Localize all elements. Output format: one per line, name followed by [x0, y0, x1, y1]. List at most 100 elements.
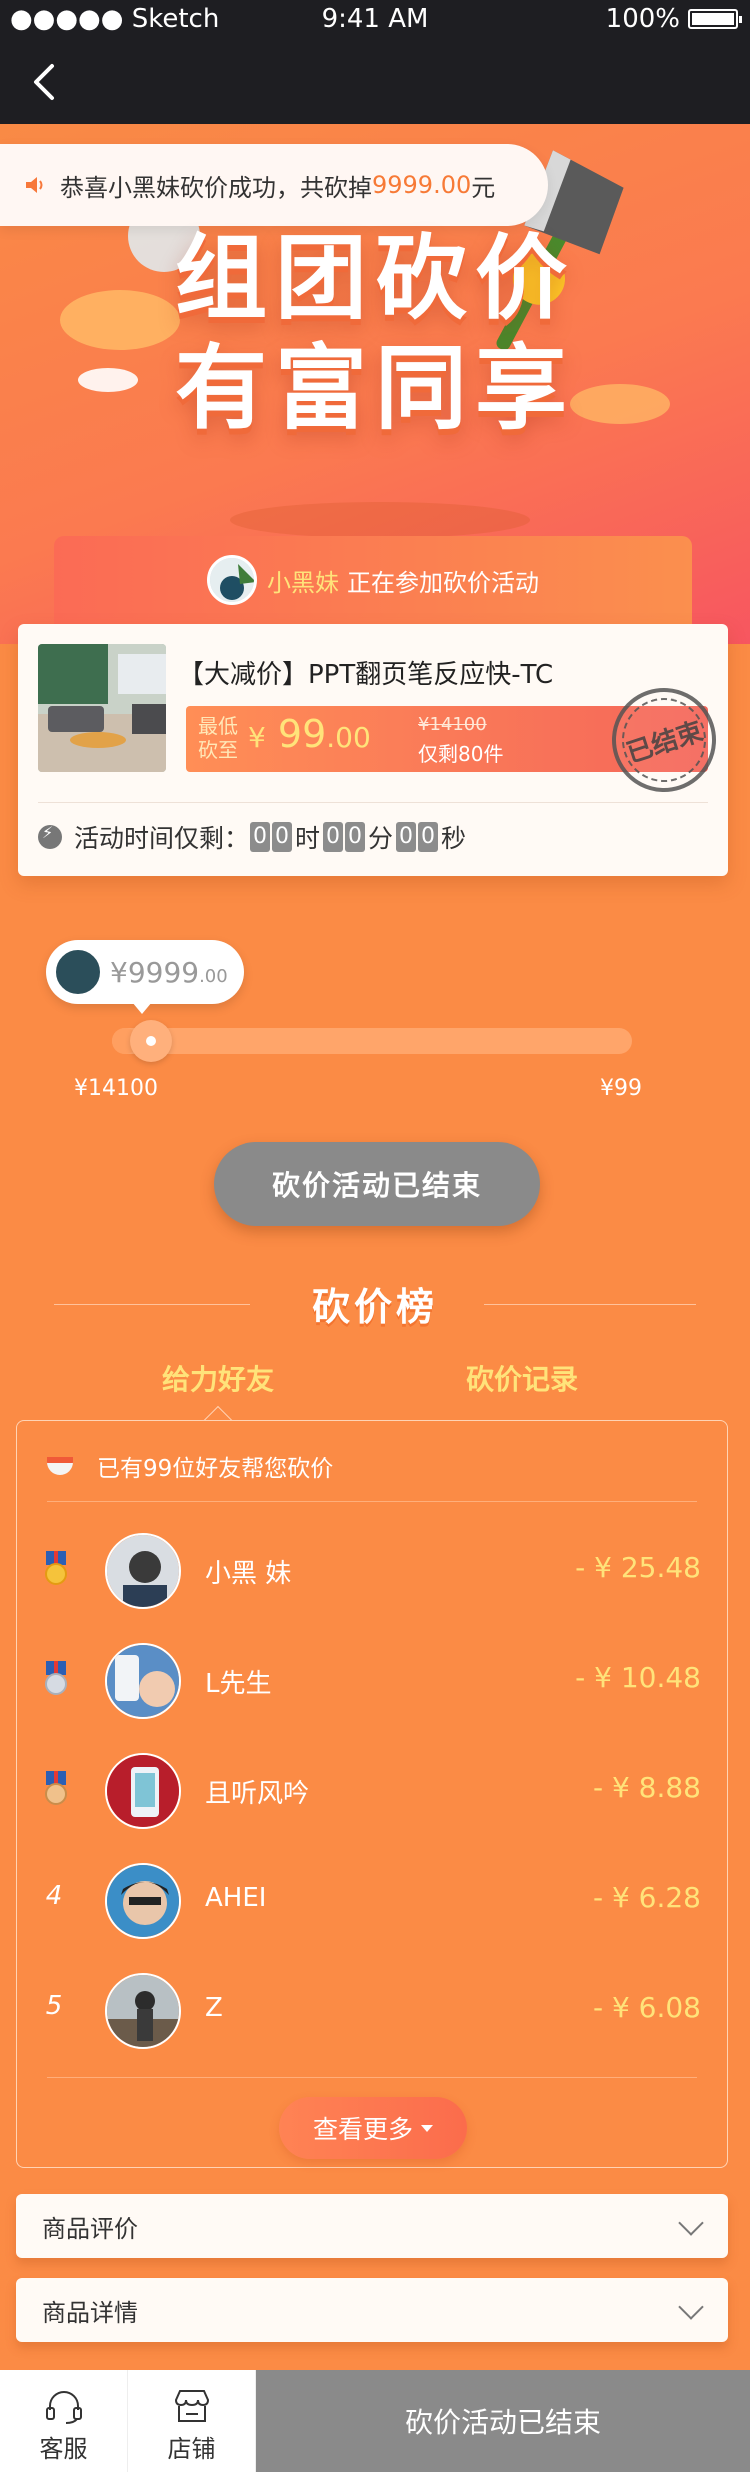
lowest-price-label: 最低 砍至 [198, 714, 238, 762]
notice-prefix: 恭喜小黑妹砍价成功，共砍掉 [60, 173, 372, 202]
lightning-icon [38, 823, 62, 849]
view-more-button[interactable]: 查看更多 [279, 2097, 467, 2159]
product-title: 【大减价】PPT翻页笔反应快-TC [178, 660, 554, 690]
headset-icon [46, 2391, 82, 2424]
success-notice: 恭喜小黑妹砍价成功，共砍掉 9999.00 元 [0, 144, 548, 226]
participant-avatar [207, 555, 257, 605]
cut-icon [47, 1457, 73, 1475]
product-reviews-section[interactable]: 商品评价 [16, 2194, 728, 2258]
original-price: ¥14100 [418, 714, 487, 735]
minute-digit: 0 [345, 822, 366, 852]
avatar [105, 1643, 181, 1719]
product-details-label: 商品详情 [42, 2298, 138, 2327]
bargain-amount: - ¥ 6.28 [592, 1881, 701, 1914]
speaker-icon [26, 177, 43, 193]
friend-name: 小黑 妹 [205, 1559, 292, 1589]
friend-name: 且听风吟 [205, 1779, 310, 1809]
bargain-amount: - ¥ 6.08 [592, 1991, 701, 2024]
card-divider [38, 802, 708, 803]
shop-button[interactable]: 店铺 [128, 2370, 256, 2472]
participant-name: 小黑妹 [267, 568, 339, 597]
second-digit: 0 [418, 822, 439, 852]
bargain-progress: ¥9999.00 ¥14100 ¥99 [0, 940, 750, 1140]
product-details-section[interactable]: 商品详情 [16, 2278, 728, 2342]
hero-banner: 恭喜小黑妹砍价成功，共砍掉 9999.00 元 组团砍价 有富同享 小黑妹 正在… [0, 124, 750, 644]
activity-ended-button[interactable]: 砍价活动已结束 [214, 1142, 540, 1226]
bargain-amount: - ¥ 25.48 [575, 1551, 701, 1584]
rank-number: 5 [45, 1991, 63, 2021]
friend-name: Z [205, 1993, 223, 2023]
bottom-bar: 客服 店铺 砍价活动已结束 [0, 2370, 750, 2472]
lowest-price: ¥ 99.00 [248, 712, 371, 756]
range-max-label: ¥99 [600, 1076, 642, 1101]
tab-friends[interactable]: 给力好友 [162, 1358, 274, 1398]
participant-banner: 小黑妹 正在参加砍价活动 [54, 536, 692, 624]
gold-medal-icon [43, 1551, 69, 1587]
customer-service-label: 客服 [39, 2435, 88, 2463]
helpers-text: 已有99位好友帮您砍价 [97, 1456, 334, 1482]
current-price-integer: ¥9999 [110, 955, 200, 989]
rank-row: 小黑 妹 - ¥ 25.48 [17, 1513, 729, 1623]
rank-number: 4 [45, 1881, 63, 1911]
battery-indicator: 100% [605, 4, 742, 34]
battery-percent: 100% [605, 4, 680, 34]
tab-records[interactable]: 砍价记录 [466, 1358, 578, 1398]
price-decimal: .00 [326, 721, 371, 754]
participant-text: 正在参加砍价活动 [347, 568, 539, 597]
bubble-avatar [54, 948, 102, 996]
panel-divider [47, 2077, 697, 2078]
minute-unit: 分 [368, 824, 394, 853]
ranking-header: 砍价榜 [0, 1262, 750, 1346]
ended-stamp: 已结束 [598, 674, 730, 806]
timer-label: 活动时间仅剩： [74, 824, 250, 853]
second-unit: 秒 [441, 824, 467, 853]
current-price: ¥9999.00 [110, 956, 228, 989]
bargain-amount: - ¥ 10.48 [575, 1661, 701, 1694]
shop-icon [174, 2390, 210, 2422]
progress-thumb [130, 1020, 172, 1062]
current-price-decimal: .00 [199, 965, 228, 987]
battery-icon [688, 9, 742, 29]
rank-row: 且听风吟 - ¥ 8.88 [17, 1733, 729, 1843]
minute-digit: 0 [323, 822, 344, 852]
hour-unit: 时 [295, 824, 321, 853]
hero-title-line1: 组团砍价 [174, 225, 575, 332]
avatar [105, 1533, 181, 1609]
hour-digit: 0 [272, 822, 293, 852]
stock-remaining: 仅剩80件 [418, 742, 504, 766]
avatar [105, 1863, 181, 1939]
ranking-tabs: 给力好友 砍价记录 [0, 1348, 750, 1418]
current-price-bubble: ¥9999.00 [46, 940, 244, 1014]
chevron-down-icon [678, 2210, 704, 2236]
progress-track [112, 1028, 632, 1054]
product-card[interactable]: 【大减价】PPT翻页笔反应快-TC 最低 砍至 ¥ 99.00 ¥14100 仅… [18, 624, 730, 876]
bargain-amount: - ¥ 8.88 [592, 1771, 701, 1804]
notice-suffix: 元 [471, 173, 496, 202]
friend-name: L先生 [205, 1669, 272, 1699]
rank-row: 4 AHEI - ¥ 6.28 [17, 1843, 729, 1953]
avatar [105, 1753, 181, 1829]
friend-name: AHEI [205, 1883, 267, 1913]
hour-digit: 0 [250, 822, 271, 852]
shop-label: 店铺 [167, 2435, 216, 2463]
chevron-down-icon [678, 2294, 704, 2320]
ranking-title: 砍价榜 [311, 1285, 438, 1329]
nav-bar [0, 40, 750, 124]
currency-symbol: ¥ [248, 721, 266, 754]
product-reviews-label: 商品评价 [42, 2214, 138, 2243]
status-bar: ●●●●● Sketch 9:41 AM 100% [0, 0, 750, 40]
silver-medal-icon [43, 1661, 69, 1697]
second-digit: 0 [396, 822, 417, 852]
avatar [105, 1973, 181, 2049]
helpers-summary: 已有99位好友帮您砍价 [47, 1449, 333, 1483]
range-min-label: ¥14100 [74, 1076, 158, 1101]
hero-title-line2: 有富同享 [174, 335, 575, 442]
hero-title: 组团砍价 有富同享 [155, 224, 595, 444]
activity-ended-action[interactable]: 砍价活动已结束 [256, 2370, 750, 2472]
bronze-medal-icon [43, 1771, 69, 1807]
rank-row: L先生 - ¥ 10.48 [17, 1623, 729, 1733]
customer-service-button[interactable]: 客服 [0, 2370, 128, 2472]
ranking-panel: 已有99位好友帮您砍价 小黑 妹 - ¥ 25.48 L先生 - ¥ 10.48… [16, 1420, 728, 2168]
back-arrow-icon[interactable] [22, 58, 70, 106]
notice-amount: 9999.00 [372, 171, 472, 199]
